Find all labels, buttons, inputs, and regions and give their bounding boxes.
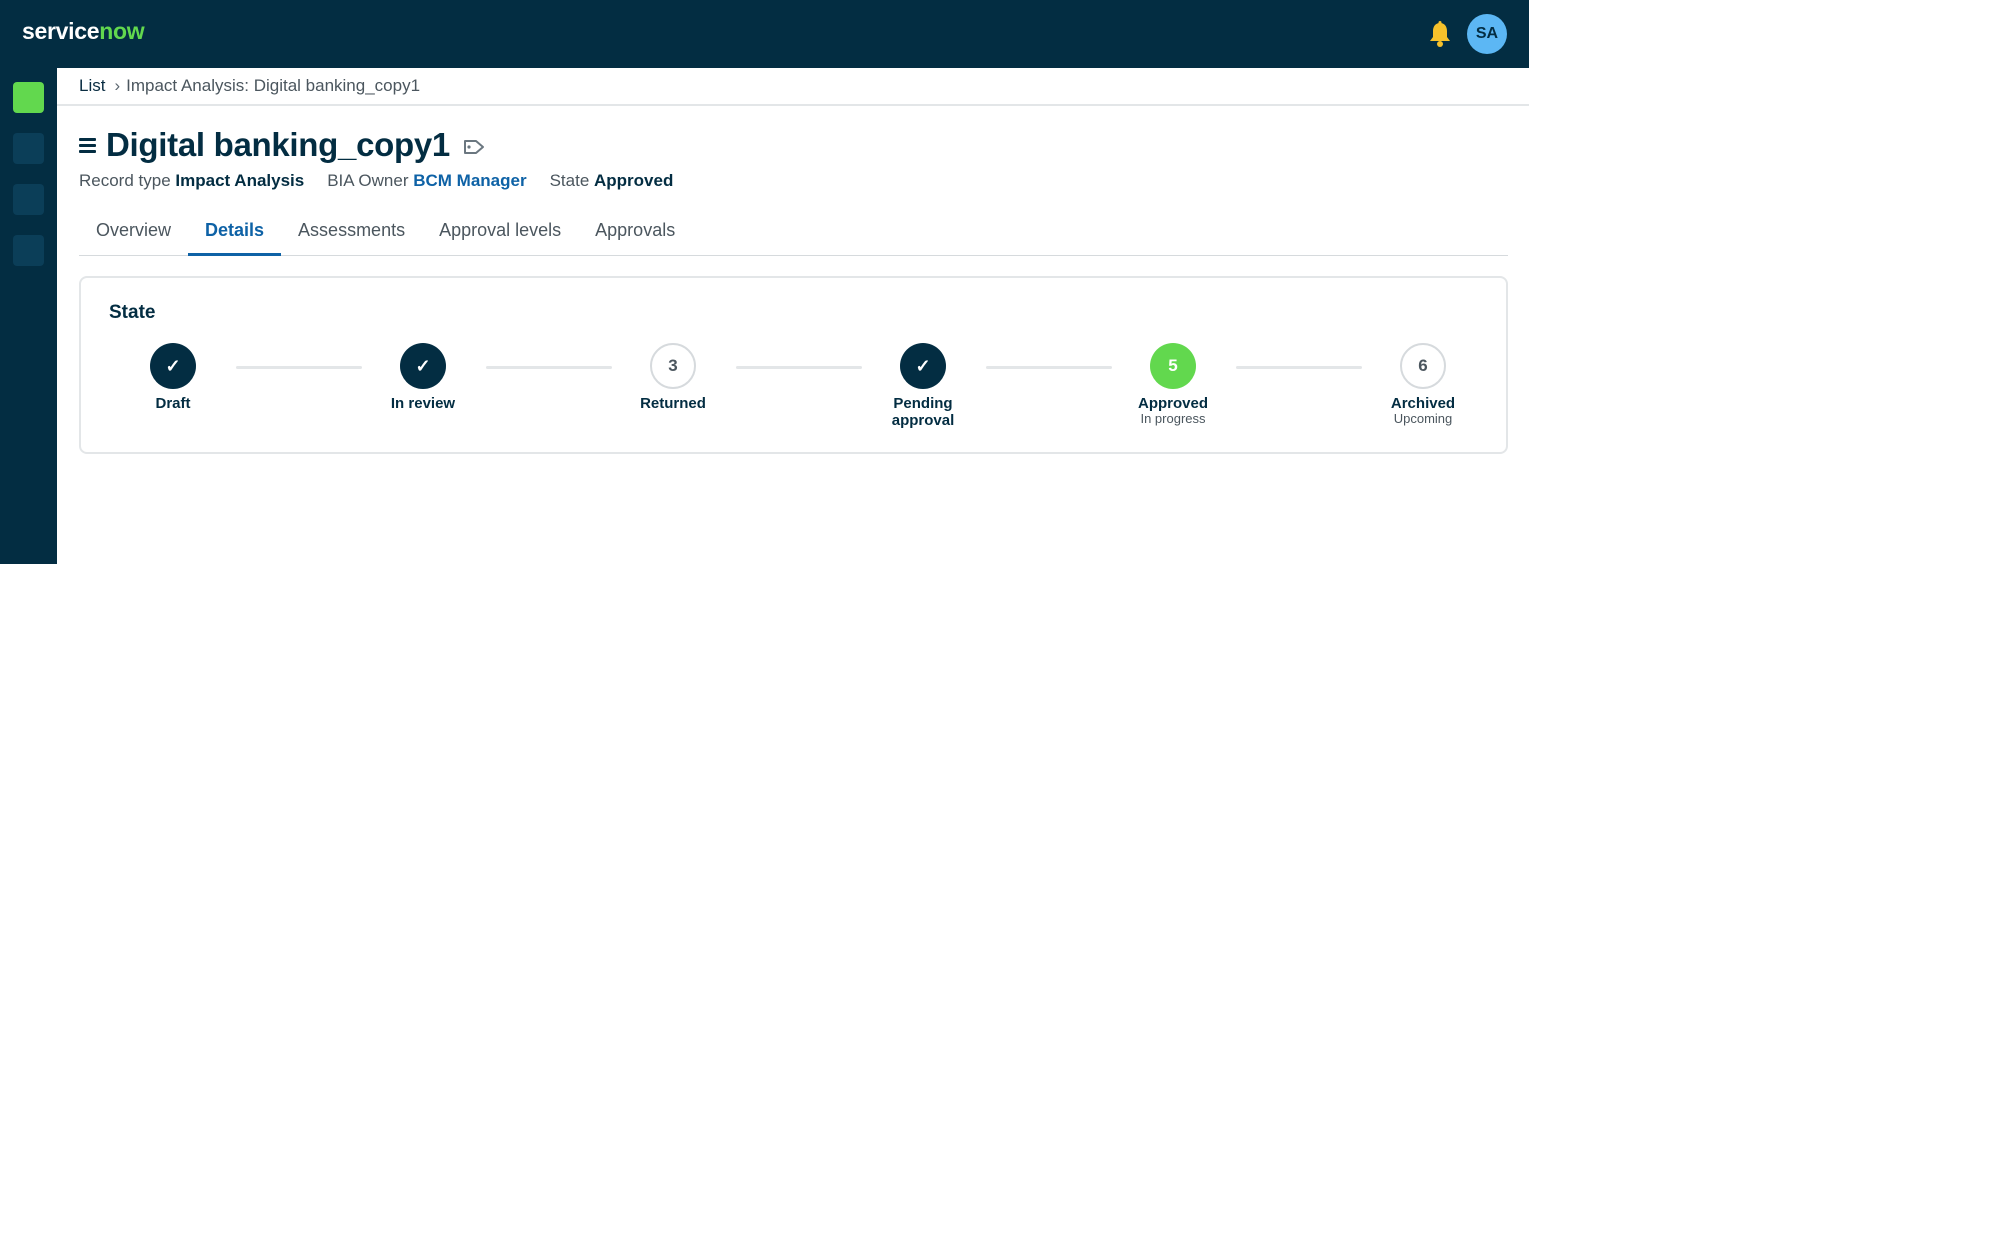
- step-number: 6: [1400, 343, 1446, 389]
- step-sub: In progress: [1140, 411, 1206, 426]
- tab-overview[interactable]: Overview: [79, 212, 188, 256]
- state-step-draft[interactable]: ✓ Draft: [103, 343, 243, 412]
- record-header: Digital banking_copy1: [79, 122, 485, 168]
- step-label: Returned: [640, 395, 706, 412]
- logo-text-now: now: [99, 18, 145, 44]
- step-sub: Upcoming: [1393, 411, 1453, 426]
- step-connector: [236, 366, 362, 369]
- servicenow-logo[interactable]: servicenow: [22, 18, 145, 45]
- left-nav-rail: [0, 68, 57, 564]
- step-label: In review: [390, 395, 456, 412]
- state-card-title: State: [109, 302, 156, 323]
- state-card: State ✓ Draft ✓ In review 3 Returned ✓ P…: [79, 276, 1508, 454]
- state-step-archived[interactable]: 6 Archived Upcoming: [1353, 343, 1493, 426]
- record-meta: Record type Impact Analysis BIA Owner BC…: [79, 171, 696, 191]
- tab-approvals[interactable]: Approvals: [578, 212, 692, 256]
- logo-text-service: service: [22, 18, 100, 44]
- meta-value: Approved: [594, 171, 674, 190]
- meta-label: BIA Owner: [327, 171, 409, 190]
- step-number: 3: [650, 343, 696, 389]
- rail-item-3[interactable]: [13, 184, 44, 215]
- step-connector: [486, 366, 612, 369]
- rail-item-2[interactable]: [13, 133, 44, 164]
- step-label: Archived: [1390, 395, 1456, 412]
- step-label: Pending approval: [891, 395, 955, 429]
- step-label: Approved: [1137, 395, 1208, 412]
- record-tabs: Overview Details Assessments Approval le…: [79, 212, 1508, 256]
- breadcrumb-list-link[interactable]: List: [79, 76, 105, 96]
- step-check-icon: ✓: [400, 343, 446, 389]
- step-check-icon: ✓: [900, 343, 946, 389]
- rail-item-4[interactable]: [13, 235, 44, 266]
- step-connector: [1236, 366, 1362, 369]
- tab-assessments[interactable]: Assessments: [281, 212, 422, 256]
- bia-owner-link[interactable]: BCM Manager: [413, 171, 526, 190]
- user-avatar[interactable]: SA: [1467, 14, 1507, 54]
- top-nav-bar: servicenow SA: [0, 0, 1529, 68]
- step-connector: [986, 366, 1112, 369]
- tab-approval-levels[interactable]: Approval levels: [422, 212, 578, 256]
- state-step-returned[interactable]: 3 Returned: [603, 343, 743, 412]
- meta-state: State Approved: [550, 171, 674, 191]
- page-title: Digital banking_copy1: [106, 126, 450, 163]
- meta-label: Record type: [79, 171, 171, 190]
- breadcrumb-separator: ›: [114, 76, 121, 95]
- breadcrumb: List › Impact Analysis: Digital banking_…: [57, 68, 1529, 106]
- meta-value: Impact Analysis: [175, 171, 305, 190]
- meta-bia-owner: BIA Owner BCM Manager: [327, 171, 526, 191]
- step-connector: [736, 366, 862, 369]
- meta-record-type: Record type Impact Analysis: [79, 171, 304, 191]
- meta-label: State: [549, 171, 590, 190]
- tab-details[interactable]: Details: [188, 212, 282, 256]
- state-step-in-review[interactable]: ✓ In review: [353, 343, 493, 412]
- step-check-icon: ✓: [150, 343, 196, 389]
- state-step-pending-approval[interactable]: ✓ Pending approval: [853, 343, 993, 429]
- state-step-approved[interactable]: 5 Approved In progress: [1103, 343, 1243, 426]
- bell-icon[interactable]: [1427, 20, 1453, 48]
- step-number: 5: [1150, 343, 1196, 389]
- step-label: Draft: [155, 395, 191, 412]
- tag-icon[interactable]: [463, 139, 485, 155]
- rail-item-home[interactable]: [13, 82, 44, 113]
- breadcrumb-current: Impact Analysis: Digital banking_copy1: [126, 76, 421, 95]
- menu-icon[interactable]: [79, 137, 96, 153]
